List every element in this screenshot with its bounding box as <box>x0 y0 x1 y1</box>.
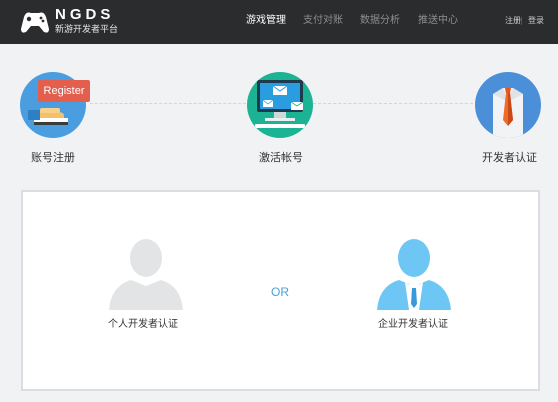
register-badge: Register <box>38 80 90 102</box>
step-certify-label: 开发者认证 <box>482 151 537 164</box>
logo-subtitle: 新游开发者平台 <box>55 25 119 35</box>
enterprise-developer-label[interactable]: 企业开发者认证 <box>378 319 448 331</box>
nav-payment-reconciliation[interactable]: 支付对账 <box>303 15 343 27</box>
logo-text[interactable]: NGDS <box>55 7 114 22</box>
personal-developer-label[interactable]: 个人开发者认证 <box>108 319 178 331</box>
step-activate-label: 激活帐号 <box>259 151 303 164</box>
auth-separator: | <box>520 16 523 25</box>
step-connector-1 <box>90 103 246 104</box>
email-monitor-icon <box>255 80 305 128</box>
or-divider-text: OR <box>271 285 289 299</box>
nav-push-center[interactable]: 推送中心 <box>418 15 458 27</box>
top-navbar: NGDS 新游开发者平台 游戏管理 支付对账 数据分析 推送中心 注册 | 登录 <box>0 0 558 44</box>
enterprise-developer-icon[interactable] <box>375 236 453 310</box>
register-link[interactable]: 注册 <box>505 16 521 26</box>
nav-game-management[interactable]: 游戏管理 <box>246 15 286 27</box>
tie-suit-icon <box>493 88 523 138</box>
personal-developer-icon[interactable] <box>107 236 185 310</box>
step-register-label: 账号注册 <box>31 151 75 164</box>
login-link[interactable]: 登录 <box>528 16 544 26</box>
nav-data-analysis[interactable]: 数据分析 <box>360 15 400 27</box>
step-connector-2 <box>313 103 473 104</box>
step-certify-circle <box>475 72 541 138</box>
step-activate-circle <box>247 72 313 138</box>
gamepad-logo-icon[interactable] <box>20 9 50 35</box>
